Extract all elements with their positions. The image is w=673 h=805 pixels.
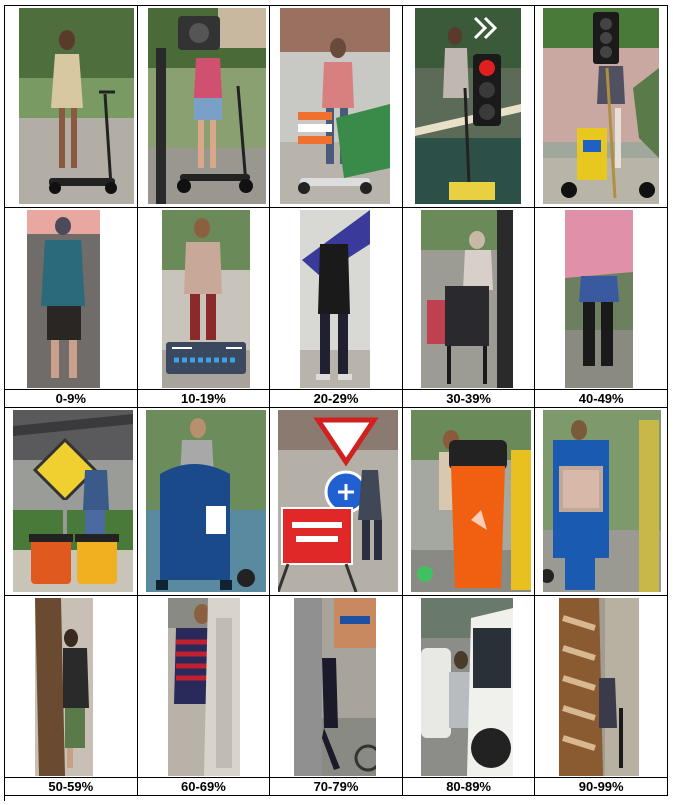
scooter-photo: [19, 8, 134, 204]
pedestrian-photo: [27, 210, 100, 388]
occlusion-range-label: 0-9%: [5, 390, 138, 408]
example-cell-r2c4: [402, 208, 536, 390]
occlusion-range-label: 30-39%: [402, 390, 536, 408]
occlusion-range-label: 80-89%: [402, 778, 536, 796]
occlusion-range-label: 10-19%: [137, 390, 271, 408]
occlusion-examples-table: 0-9% 10-19% 20-29% 30-39% 40-49% 50-59% …: [4, 5, 668, 801]
pedestrian-photo: [565, 210, 634, 388]
example-cell-r1c3: [270, 6, 403, 208]
occluded-pedestrian-photo: [278, 410, 399, 592]
occluded-pedestrian-photo: [410, 410, 531, 592]
occluded-pedestrian-photo: [294, 598, 377, 776]
occluded-pedestrian-photo: [145, 410, 266, 592]
pedestrian-photo: [300, 210, 371, 388]
example-cell-r1c2: [137, 6, 271, 208]
occlusion-range-label: 60-69%: [137, 778, 271, 796]
example-cell-r1c1: [5, 6, 138, 208]
example-cell-r2c5: [535, 208, 668, 390]
example-cell-r4c3: [270, 596, 403, 778]
example-cell-r2c3: [270, 208, 403, 390]
occluded-pedestrian-photo: [559, 598, 640, 776]
scooter-photo: [147, 8, 266, 204]
pedestrian-photo: [420, 210, 513, 388]
pedestrian-photo: [161, 210, 250, 388]
occlusion-range-label: 40-49%: [535, 390, 668, 408]
example-cell-r3c1: [5, 408, 138, 596]
scooter-photo: [414, 8, 521, 204]
occlusion-range-label: 50-59%: [5, 778, 138, 796]
occluded-pedestrian-photo: [167, 598, 240, 776]
occlusion-range-label: 90-99%: [535, 778, 668, 796]
occlusion-range-label: 20-29%: [270, 390, 403, 408]
example-cell-r4c4: [402, 596, 536, 778]
occlusion-range-label: 70-79%: [270, 778, 403, 796]
occluded-pedestrian-photo: [420, 598, 513, 776]
example-cell-r3c2: [137, 408, 271, 596]
example-cell-r1c5: [535, 6, 668, 208]
example-cell-r2c1: [5, 208, 138, 390]
example-cell-r4c5: [535, 596, 668, 778]
example-cell-r3c5: [535, 408, 668, 596]
scooter-photo: [280, 8, 391, 204]
occluded-pedestrian-photo: [35, 598, 93, 776]
example-cell-r4c1: [5, 596, 138, 778]
scooter-photo: [543, 8, 660, 204]
example-cell-r3c3: [270, 408, 403, 596]
example-cell-r2c2: [137, 208, 271, 390]
occluded-pedestrian-photo: [13, 410, 133, 592]
example-cell-r1c4: [402, 6, 536, 208]
occluded-pedestrian-photo: [543, 410, 662, 592]
example-cell-r3c4: [402, 408, 536, 596]
example-cell-r4c2: [137, 596, 271, 778]
